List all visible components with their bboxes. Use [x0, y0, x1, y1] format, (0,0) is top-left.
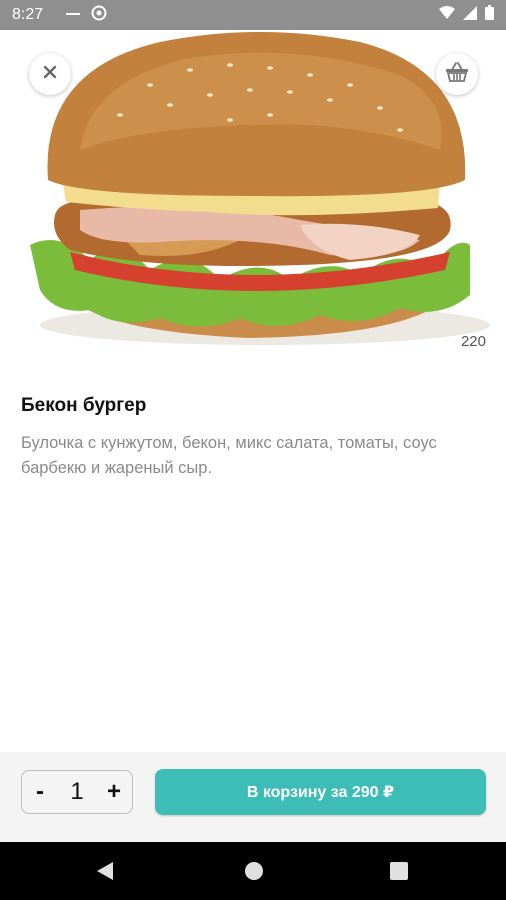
add-to-cart-button[interactable]: В корзину за 290 ₽ [155, 769, 486, 815]
product-weight: 220 [460, 333, 486, 350]
basket-button[interactable] [436, 53, 478, 95]
close-icon [42, 64, 58, 85]
product-description: Булочка с кунжутом, бекон, микс салата, … [21, 434, 437, 477]
home-icon[interactable] [244, 861, 264, 886]
basket-icon [445, 61, 469, 88]
back-icon[interactable] [96, 861, 114, 886]
close-button[interactable] [29, 53, 71, 95]
battery-icon [485, 5, 494, 25]
quantity-stepper: - 1 + [21, 770, 133, 814]
product-title: Бекон бургер [21, 395, 147, 416]
status-icons [439, 5, 494, 25]
sim-icon [65, 6, 81, 24]
decrement-button[interactable]: - [30, 778, 50, 806]
quantity-value: 1 [70, 778, 84, 805]
status-bar: 8:27 [0, 0, 506, 30]
increment-button[interactable]: + [104, 778, 124, 806]
add-to-cart-label: В корзину за 290 ₽ [246, 784, 395, 801]
dnd-icon [91, 5, 107, 26]
wifi-icon [439, 5, 455, 25]
burger-illustration [30, 32, 490, 345]
navigation-bar [0, 842, 506, 900]
action-bar: - 1 + В корзину за 290 ₽ [0, 752, 506, 842]
status-time: 8:27 [12, 6, 44, 23]
signal-icon [463, 5, 477, 25]
product-image [0, 30, 506, 360]
recents-icon[interactable] [389, 861, 409, 886]
